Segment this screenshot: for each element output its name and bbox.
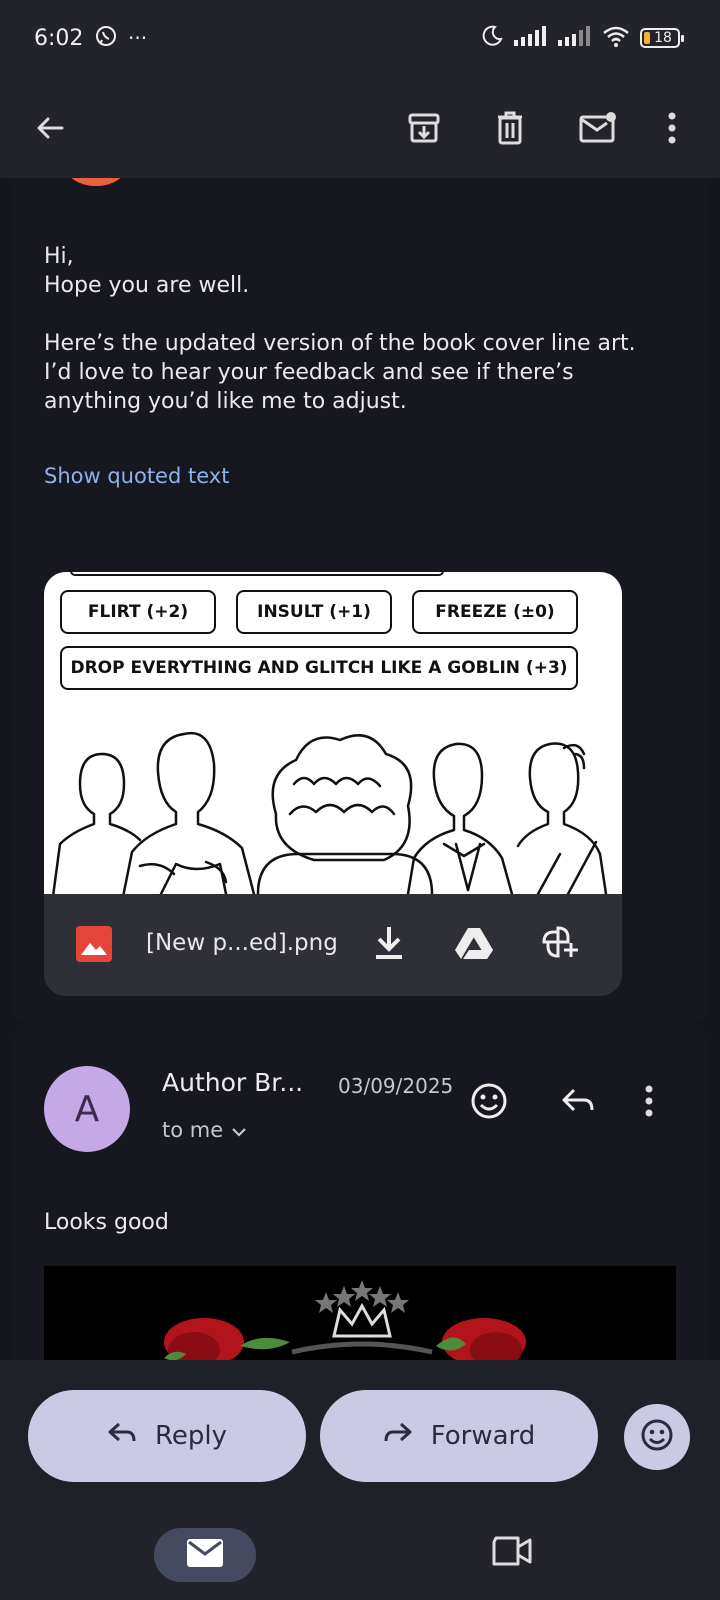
embedded-image[interactable] (44, 1266, 676, 1360)
image-file-icon (76, 926, 112, 966)
video-camera-icon (490, 1536, 534, 1572)
nav-meet-tab[interactable] (490, 1534, 534, 1572)
bottom-navigation (0, 1512, 720, 1600)
attachment-filename: [New p...ed].png (146, 930, 338, 956)
reply-action-bar: Reply Forward (0, 1360, 720, 1512)
emoji-react-button[interactable] (470, 1082, 508, 1124)
chevron-down-icon (231, 1118, 247, 1142)
choice-pill: FLIRT (+2) (60, 590, 216, 634)
mail-unread-icon (579, 111, 617, 149)
mark-unread-button[interactable] (570, 102, 626, 158)
avatar (64, 178, 128, 186)
message-body: Hi, Hope you are well. Here’s the update… (44, 242, 664, 416)
email-thread: Hi, Hope you are well. Here’s the update… (0, 178, 720, 1360)
add-to-photos-icon[interactable] (540, 924, 580, 968)
attachment-bar: [New p...ed].png (44, 894, 622, 996)
more-options-button[interactable] (652, 102, 692, 158)
show-quoted-text-link[interactable]: Show quoted text (44, 464, 229, 488)
message-card: A Author Br... 03/09/2025 to me Looks go… (14, 1030, 706, 1360)
delete-button[interactable] (482, 102, 538, 158)
body-paragraph: Here’s the updated version of the book c… (44, 331, 636, 414)
body-line: Hope you are well. (44, 273, 250, 298)
archive-button[interactable] (396, 102, 452, 158)
back-button[interactable] (22, 102, 78, 158)
reply-icon (107, 1421, 137, 1452)
more-vert-icon (667, 111, 677, 149)
avatar[interactable]: A (44, 1066, 130, 1152)
choice-pill: FREEZE (±0) (412, 590, 578, 634)
wifi-icon (602, 25, 630, 51)
trash-icon (495, 111, 525, 149)
arrow-back-icon (34, 112, 66, 148)
message-body: Looks good (44, 1210, 169, 1235)
email-toolbar (0, 84, 720, 178)
recipient-label: to me (162, 1118, 224, 1142)
choice-pill: DROP EVERYTHING AND GLITCH LIKE A GOBLIN… (60, 646, 578, 690)
nav-mail-tab[interactable] (154, 1528, 256, 1582)
greeting: Hi, (44, 244, 74, 269)
forward-label: Forward (430, 1421, 536, 1451)
whatsapp-icon (94, 24, 118, 52)
archive-icon (407, 111, 441, 149)
more-vert-icon[interactable] (644, 1084, 654, 1122)
signal-icon-2 (558, 26, 592, 50)
line-art-figures (52, 731, 608, 894)
battery-icon: 18 (640, 28, 684, 48)
attachment-card[interactable]: FLIRT (+2) INSULT (+1) FREEZE (±0) DROP … (44, 572, 622, 996)
download-button[interactable] (372, 924, 406, 966)
status-bar: 6:02 ··· 18 (0, 0, 720, 84)
more-notifications-icon: ··· (128, 26, 148, 50)
mail-icon (186, 1538, 224, 1572)
signal-icon (514, 26, 548, 50)
message-card: Hi, Hope you are well. Here’s the update… (14, 178, 706, 1022)
drive-icon[interactable] (454, 926, 494, 964)
message-date: 03/09/2025 (338, 1074, 454, 1098)
forward-icon (383, 1421, 413, 1452)
choice-pill: INSULT (+1) (236, 590, 392, 634)
reply-label: Reply (154, 1421, 227, 1451)
emoji-react-button[interactable] (624, 1404, 690, 1470)
moon-icon (480, 24, 504, 52)
reply-icon[interactable] (560, 1086, 596, 1120)
forward-button[interactable]: Forward (320, 1390, 598, 1482)
status-time: 6:02 (34, 26, 84, 51)
attachment-preview[interactable]: FLIRT (+2) INSULT (+1) FREEZE (±0) DROP … (44, 572, 622, 894)
reply-button[interactable]: Reply (28, 1390, 306, 1482)
recipient-details[interactable]: to me (162, 1118, 247, 1142)
emoji-icon (640, 1418, 674, 1456)
sender-name[interactable]: Author Br... (162, 1068, 303, 1097)
